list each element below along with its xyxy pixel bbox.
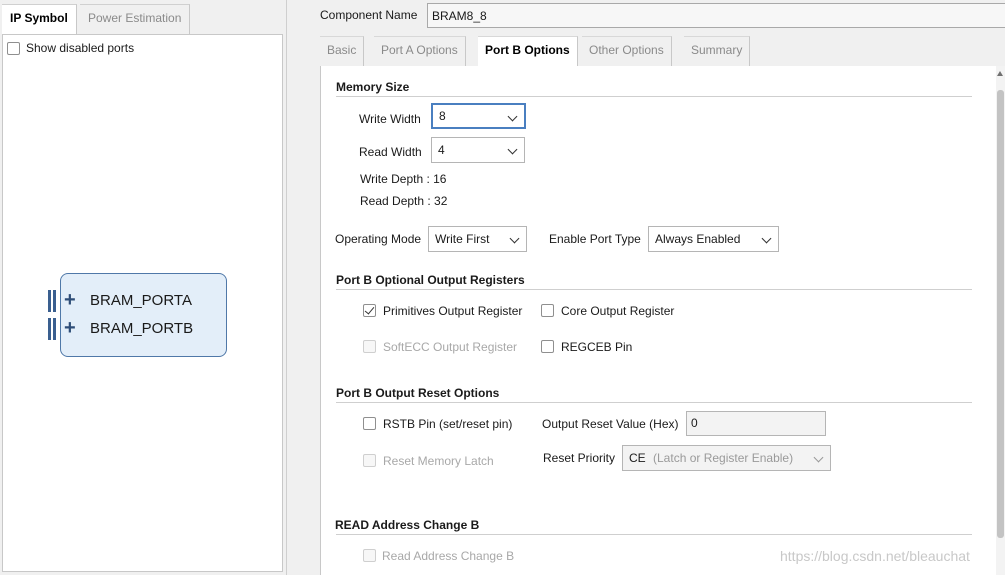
primitives-output-register-label: Primitives Output Register (383, 304, 523, 318)
write-width-value: 8 (439, 109, 446, 123)
port-a-expand-icon[interactable]: + (64, 290, 76, 310)
output-reset-value-label: Output Reset Value (Hex) (542, 417, 679, 431)
enable-port-type-select[interactable]: Always Enabled (648, 226, 779, 252)
regceb-pin-label: REGCEB Pin (561, 340, 633, 354)
reset-memory-latch-label: Reset Memory Latch (383, 454, 494, 468)
operating-mode-value: Write First (435, 232, 490, 246)
read-address-change-checkbox[interactable] (363, 549, 376, 562)
tab-port-a-options[interactable]: Port A Options (374, 36, 466, 66)
watermark-text: https://blog.csdn.net/bleauchat (780, 548, 970, 564)
chevron-down-icon (507, 144, 518, 155)
output-reset-value-input[interactable]: 0 (686, 411, 826, 436)
left-tab-bar: IP Symbol Power Estimation (0, 0, 284, 35)
read-depth-text: Read Depth : 32 (360, 194, 448, 208)
tab-port-b-options[interactable]: Port B Options (478, 36, 578, 66)
reset-options-title: Port B Output Reset Options (336, 386, 500, 400)
rstb-pin-label: RSTB Pin (set/reset pin) (383, 417, 513, 431)
tab-power-estimation[interactable]: Power Estimation (80, 4, 191, 34)
ip-symbol-block (60, 273, 227, 357)
regceb-pin-checkbox[interactable] (541, 340, 554, 353)
reset-priority-select[interactable]: CE (Latch or Register Enable) (622, 445, 831, 471)
panel-divider[interactable] (286, 0, 287, 575)
read-address-change-label: Read Address Change B (382, 549, 515, 563)
write-width-select[interactable]: 8 (431, 103, 526, 129)
scrollbar-thumb[interactable] (997, 90, 1004, 538)
component-name-label: Component Name (320, 8, 418, 22)
port-b-expand-icon[interactable]: + (64, 318, 76, 338)
vertical-scrollbar[interactable] (996, 66, 1005, 575)
section-divider (336, 402, 972, 403)
primitives-output-register-checkbox[interactable] (363, 304, 376, 317)
optional-registers-title: Port B Optional Output Registers (336, 273, 525, 287)
core-output-register-checkbox[interactable] (541, 304, 554, 317)
chevron-down-icon (509, 233, 520, 244)
memory-size-title: Memory Size (336, 80, 410, 94)
tab-ip-symbol[interactable]: IP Symbol (2, 4, 77, 35)
port-b-label: BRAM_PORTB (90, 320, 194, 337)
operating-mode-select[interactable]: Write First (428, 226, 527, 252)
options-tab-bar: Basic Port A Options Port B Options Othe… (318, 36, 1005, 66)
read-width-label: Read Width (359, 145, 422, 159)
component-name-input[interactable] (427, 3, 1005, 28)
scroll-up-icon[interactable] (997, 71, 1003, 76)
reset-priority-value: CE (629, 451, 646, 465)
reset-memory-latch-checkbox[interactable] (363, 454, 376, 467)
softecc-output-register-checkbox[interactable] (363, 340, 376, 353)
softecc-output-register-label: SoftECC Output Register (383, 340, 518, 354)
operating-mode-label: Operating Mode (335, 232, 422, 246)
show-disabled-ports-label: Show disabled ports (26, 41, 135, 55)
enable-port-type-label: Enable Port Type (549, 232, 641, 246)
port-a-bus-icon (48, 290, 51, 312)
rstb-pin-checkbox[interactable] (363, 417, 376, 430)
tab-other-options[interactable]: Other Options (582, 36, 672, 66)
show-disabled-ports-checkbox[interactable] (7, 42, 20, 55)
port-a-bus-icon (53, 290, 56, 312)
tab-summary[interactable]: Summary (684, 36, 751, 66)
section-divider (336, 534, 972, 535)
chevron-down-icon (813, 452, 824, 463)
section-divider (336, 96, 972, 97)
reset-priority-hint: (Latch or Register Enable) (653, 451, 794, 465)
enable-port-type-value: Always Enabled (655, 232, 741, 246)
tab-basic[interactable]: Basic (320, 36, 365, 66)
port-a-label: BRAM_PORTA (90, 292, 192, 309)
section-divider (336, 289, 972, 290)
chevron-down-icon (507, 111, 518, 122)
read-width-value: 4 (438, 143, 445, 157)
write-depth-text: Write Depth : 16 (360, 172, 447, 186)
write-width-label: Write Width (359, 112, 421, 126)
read-address-change-title: READ Address Change B (335, 518, 480, 532)
chevron-down-icon (761, 233, 772, 244)
left-panel: IP Symbol Power Estimation Show disabled… (0, 0, 284, 575)
port-b-bus-icon (48, 318, 51, 340)
reset-priority-label: Reset Priority (543, 451, 616, 465)
read-width-select[interactable]: 4 (431, 137, 525, 163)
port-b-options-panel: Memory Size Write Width 8 Read Width 4 W… (320, 66, 1005, 575)
port-b-bus-icon (53, 318, 56, 340)
core-output-register-label: Core Output Register (561, 304, 675, 318)
